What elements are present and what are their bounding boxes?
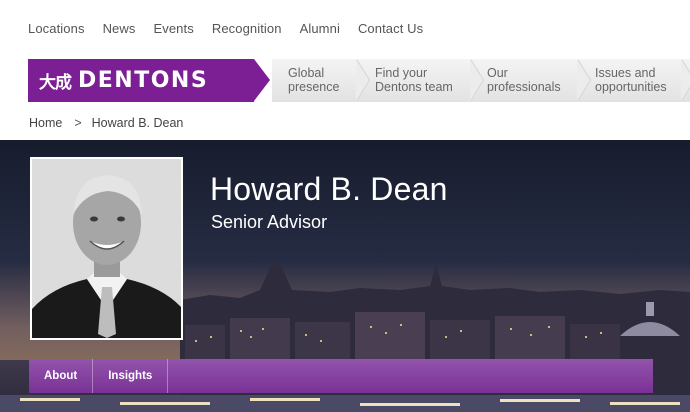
breadcrumb-separator: > — [74, 116, 82, 130]
utility-link-events[interactable]: Events — [153, 21, 193, 36]
nav-item-line: Find your — [375, 66, 428, 80]
nav-item-line: Our — [487, 66, 508, 80]
main-nav: 大成 DENTONS Global presence Find your Den… — [28, 59, 690, 102]
nav-item-line: professionals — [487, 80, 561, 94]
nav-chevron — [356, 59, 373, 102]
utility-link-recognition[interactable]: Recognition — [212, 21, 282, 36]
tab-about[interactable]: About — [29, 359, 94, 393]
nav-item-line: Global — [288, 66, 325, 80]
portrait-image — [32, 159, 181, 338]
profile-tabs: About Insights — [29, 359, 653, 393]
nav-chevron — [681, 59, 690, 102]
tab-insights[interactable]: Insights — [93, 359, 169, 393]
logo-wordmark: DENTONS — [78, 68, 209, 93]
nav-item-line: presence — [288, 80, 340, 94]
profile-title: Senior Advisor — [211, 212, 328, 232]
nav-item-line: Issues and — [595, 66, 656, 80]
profile-photo — [30, 157, 183, 340]
utility-nav: Locations News Events Recognition Alumni… — [28, 21, 441, 36]
dentons-logo[interactable]: 大成 DENTONS — [28, 59, 254, 102]
profile-hero: Howard B. Dean Senior Advisor About Insi… — [0, 140, 690, 412]
nav-item-line: opportunities — [595, 80, 667, 94]
breadcrumb: Home > Howard B. Dean — [29, 116, 183, 130]
utility-link-locations[interactable]: Locations — [28, 21, 85, 36]
utility-link-contact-us[interactable]: Contact Us — [358, 21, 423, 36]
utility-link-alumni[interactable]: Alumni — [300, 21, 340, 36]
main-nav-segments: Global presence Find your Dentons team O… — [272, 59, 690, 102]
breadcrumb-current: Howard B. Dean — [91, 116, 184, 130]
nav-chevron — [577, 59, 594, 102]
nav-chevron — [470, 59, 487, 102]
utility-link-news[interactable]: News — [103, 21, 136, 36]
nav-item-global-presence[interactable]: Global presence — [288, 59, 339, 102]
breadcrumb-home[interactable]: Home — [29, 116, 62, 130]
nav-item-line: Dentons team — [375, 80, 453, 94]
nav-item-our-professionals[interactable]: Our professionals — [487, 59, 561, 102]
logo-cjk-mark: 大成 — [39, 73, 72, 93]
profile-name: Howard B. Dean — [210, 171, 448, 207]
nav-item-find-your-dentons-team[interactable]: Find your Dentons team — [375, 59, 453, 102]
nav-item-issues-and-opportunities[interactable]: Issues and opportunities — [595, 59, 667, 102]
logo-arrow — [254, 59, 270, 101]
